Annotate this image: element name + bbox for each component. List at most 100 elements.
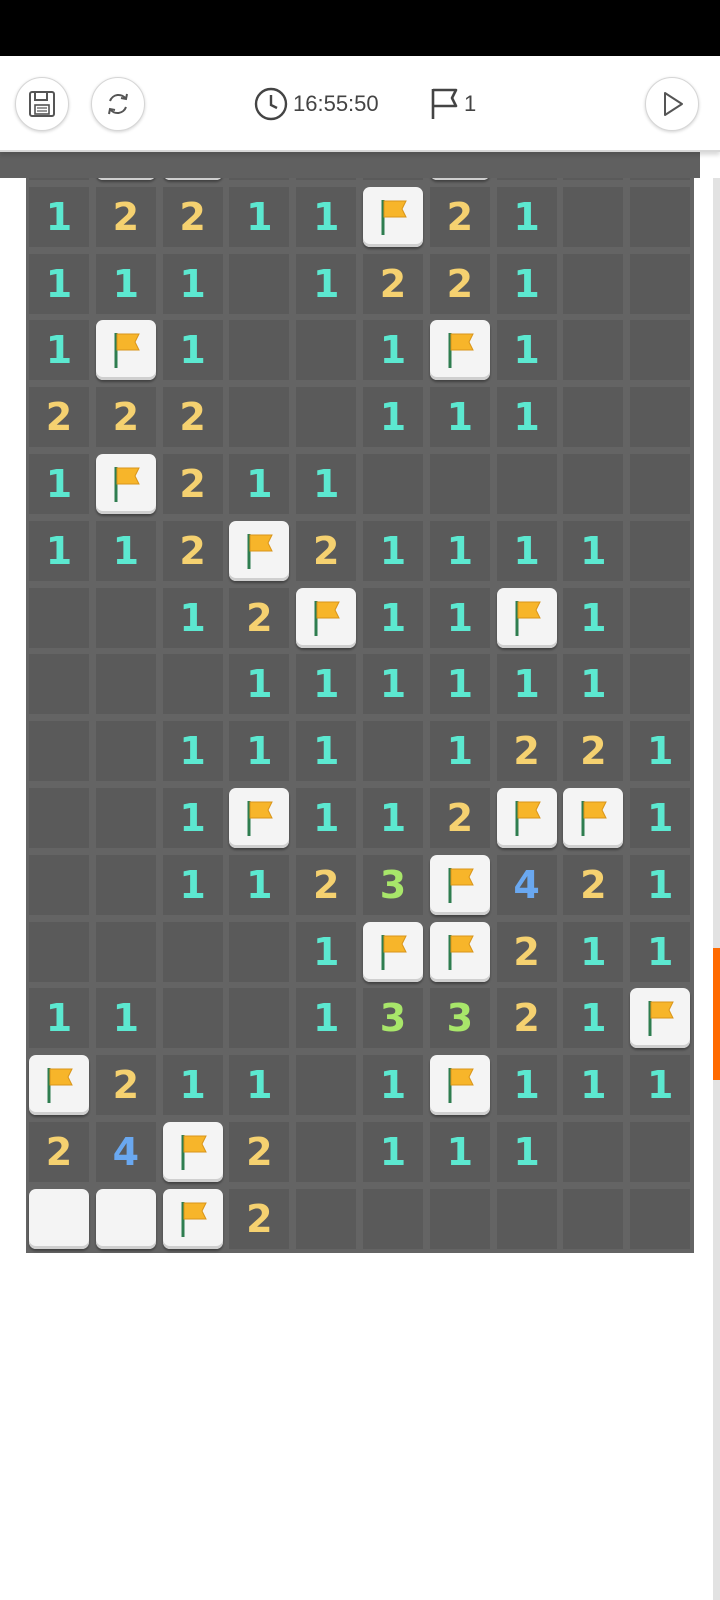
empty-cell[interactable] — [296, 387, 357, 448]
flagged-cell[interactable] — [162, 1188, 223, 1249]
number-cell[interactable]: 1 — [496, 520, 557, 581]
empty-cell[interactable] — [95, 854, 156, 915]
empty-cell[interactable] — [630, 387, 691, 448]
number-cell[interactable]: 1 — [229, 654, 290, 715]
number-cell[interactable]: 2 — [29, 387, 89, 448]
number-cell[interactable]: 3 — [429, 988, 490, 1049]
number-cell[interactable]: 1 — [363, 788, 423, 848]
flagged-cell[interactable] — [563, 788, 624, 848]
empty-cell[interactable] — [363, 1188, 423, 1249]
empty-cell[interactable] — [496, 454, 557, 514]
number-cell[interactable]: 1 — [29, 988, 89, 1049]
empty-cell[interactable] — [563, 1122, 624, 1182]
empty-cell[interactable] — [95, 587, 156, 648]
number-cell[interactable]: 1 — [563, 654, 624, 715]
flagged-cell[interactable] — [229, 788, 290, 848]
empty-cell[interactable] — [363, 721, 423, 782]
number-cell[interactable]: 1 — [429, 387, 490, 448]
number-cell[interactable]: 1 — [563, 587, 624, 648]
number-cell[interactable]: 1 — [563, 1055, 624, 1116]
flagged-cell[interactable] — [429, 1055, 490, 1116]
number-cell[interactable]: 1 — [229, 854, 290, 915]
empty-cell[interactable] — [630, 454, 691, 514]
number-cell[interactable]: 1 — [496, 320, 557, 381]
number-cell[interactable]: 2 — [162, 387, 223, 448]
flagged-cell[interactable] — [95, 454, 156, 514]
number-cell[interactable]: 1 — [630, 788, 691, 848]
number-cell[interactable]: 2 — [162, 186, 223, 247]
empty-cell[interactable] — [296, 1188, 357, 1249]
restart-button[interactable] — [91, 77, 145, 131]
number-cell[interactable]: 1 — [229, 186, 290, 247]
empty-cell[interactable] — [29, 854, 89, 915]
number-cell[interactable]: 2 — [496, 721, 557, 782]
number-cell[interactable]: 1 — [29, 320, 89, 381]
flagged-cell[interactable] — [162, 1122, 223, 1182]
empty-cell[interactable] — [95, 654, 156, 715]
number-cell[interactable]: 2 — [429, 186, 490, 247]
number-cell[interactable]: 2 — [363, 253, 423, 314]
number-cell[interactable]: 2 — [296, 854, 357, 915]
number-cell[interactable]: 1 — [496, 253, 557, 314]
flagged-cell[interactable] — [363, 186, 423, 247]
number-cell[interactable]: 1 — [630, 1055, 691, 1116]
number-cell[interactable]: 1 — [296, 921, 357, 982]
number-cell[interactable]: 2 — [296, 520, 357, 581]
number-cell[interactable]: 1 — [363, 1122, 423, 1182]
empty-cell[interactable] — [29, 654, 89, 715]
empty-cell[interactable] — [229, 320, 290, 381]
number-cell[interactable]: 2 — [95, 186, 156, 247]
number-cell[interactable]: 1 — [563, 520, 624, 581]
empty-cell[interactable] — [429, 1188, 490, 1249]
empty-cell[interactable] — [363, 454, 423, 514]
empty-cell[interactable] — [630, 253, 691, 314]
empty-cell[interactable] — [229, 988, 290, 1049]
number-cell[interactable]: 1 — [630, 921, 691, 982]
number-cell[interactable]: 2 — [429, 788, 490, 848]
number-cell[interactable]: 1 — [363, 320, 423, 381]
number-cell[interactable]: 1 — [229, 1055, 290, 1116]
number-cell[interactable]: 2 — [162, 454, 223, 514]
empty-cell[interactable] — [29, 587, 89, 648]
number-cell[interactable]: 4 — [95, 1122, 156, 1182]
empty-cell[interactable] — [630, 1122, 691, 1182]
flagged-cell[interactable] — [630, 988, 691, 1049]
number-cell[interactable]: 1 — [296, 186, 357, 247]
number-cell[interactable]: 1 — [496, 1122, 557, 1182]
number-cell[interactable]: 1 — [363, 387, 423, 448]
empty-cell[interactable] — [563, 253, 624, 314]
flagged-cell[interactable] — [496, 587, 557, 648]
number-cell[interactable]: 1 — [29, 520, 89, 581]
empty-cell[interactable] — [95, 721, 156, 782]
number-cell[interactable]: 2 — [95, 1055, 156, 1116]
scrollbar-thumb[interactable] — [713, 948, 720, 1080]
number-cell[interactable]: 1 — [95, 520, 156, 581]
number-cell[interactable]: 1 — [429, 520, 490, 581]
empty-cell[interactable] — [95, 921, 156, 982]
number-cell[interactable]: 1 — [630, 721, 691, 782]
empty-cell[interactable] — [630, 520, 691, 581]
number-cell[interactable]: 1 — [162, 854, 223, 915]
number-cell[interactable]: 1 — [29, 454, 89, 514]
flagged-cell[interactable] — [296, 587, 357, 648]
flagged-cell[interactable] — [429, 854, 490, 915]
number-cell[interactable]: 1 — [229, 721, 290, 782]
number-cell[interactable]: 2 — [429, 253, 490, 314]
number-cell[interactable]: 1 — [162, 1055, 223, 1116]
number-cell[interactable]: 2 — [95, 387, 156, 448]
number-cell[interactable]: 1 — [162, 587, 223, 648]
number-cell[interactable]: 2 — [229, 1122, 290, 1182]
number-cell[interactable]: 3 — [363, 854, 423, 915]
number-cell[interactable]: 1 — [363, 587, 423, 648]
empty-cell[interactable] — [229, 253, 290, 314]
empty-cell[interactable] — [630, 320, 691, 381]
number-cell[interactable]: 1 — [29, 186, 89, 247]
number-cell[interactable]: 1 — [95, 988, 156, 1049]
unrevealed-cell[interactable] — [95, 1188, 156, 1249]
number-cell[interactable]: 1 — [429, 587, 490, 648]
number-cell[interactable]: 1 — [296, 988, 357, 1049]
save-button[interactable] — [15, 77, 69, 131]
number-cell[interactable]: 4 — [496, 854, 557, 915]
empty-cell[interactable] — [296, 1122, 357, 1182]
empty-cell[interactable] — [496, 1188, 557, 1249]
